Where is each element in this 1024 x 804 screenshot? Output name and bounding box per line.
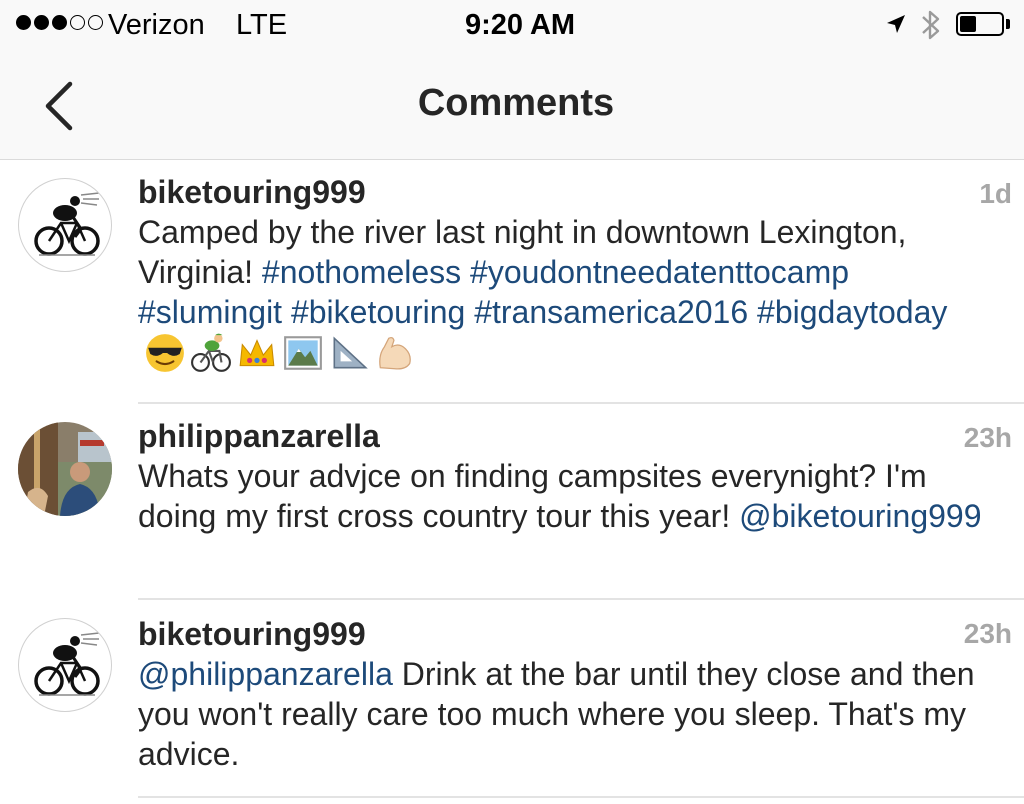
comment-text: @philippanzarella Drink at the bar until… — [138, 656, 975, 772]
triangular-ruler-emoji-icon — [333, 336, 368, 369]
flexed-biceps-emoji-icon — [379, 336, 411, 370]
status-bar: Verizon LTE 9:20 AM — [0, 0, 1024, 52]
page-title: Comments — [417, 82, 615, 124]
bluetooth-icon — [922, 10, 940, 40]
comment-username[interactable]: biketouring999 — [138, 172, 1013, 212]
mention-link[interactable]: @biketouring999 — [739, 498, 981, 534]
mountain-picture-emoji-icon — [284, 336, 322, 370]
avatar[interactable] — [18, 178, 112, 272]
emoji-group — [144, 332, 416, 374]
bicyclist-emoji-icon — [191, 333, 231, 372]
hashtag-link[interactable]: #nothomeless — [262, 254, 461, 290]
comment-divider — [138, 402, 1024, 404]
location-arrow-icon — [887, 15, 905, 33]
hashtag-link[interactable]: #youdontneedatenttocamp — [470, 254, 849, 290]
user-photo-icon — [18, 422, 112, 516]
cyclist-logo-icon — [34, 632, 100, 696]
cyclist-logo-icon — [34, 192, 100, 256]
battery-icon — [956, 12, 1004, 36]
comment-text: Whats your advjce on finding campsites e… — [138, 458, 982, 534]
hashtag-link[interactable]: #transamerica2016 — [474, 294, 748, 330]
comment-text: Camped by the river last night in downto… — [138, 212, 968, 375]
mention-link[interactable]: @philippanzarella — [138, 656, 393, 692]
comment-username[interactable]: biketouring999 — [138, 614, 1013, 654]
comment-username[interactable]: philippanzarella — [138, 416, 1013, 456]
hashtag-link[interactable]: #bigdaytoday — [757, 294, 947, 330]
hashtag-link[interactable]: #biketouring — [291, 294, 465, 330]
sunglasses-face-emoji-icon — [146, 334, 184, 372]
avatar[interactable] — [18, 422, 112, 516]
hashtag-link[interactable]: #slumingit — [138, 294, 282, 330]
crown-emoji-icon — [239, 339, 275, 367]
avatar[interactable] — [18, 618, 112, 712]
clock: 9:20 AM — [464, 9, 576, 41]
comment-divider — [138, 598, 1024, 600]
navigation-bar: Comments — [0, 52, 1024, 160]
comment-divider — [138, 796, 1024, 798]
